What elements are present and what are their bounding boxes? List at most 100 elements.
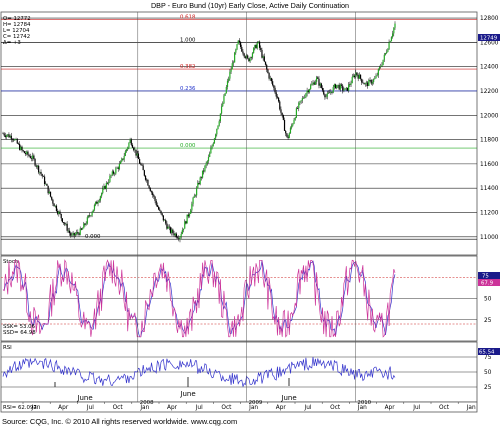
price-bar-body [261, 49, 263, 58]
price-bar-body [383, 54, 385, 60]
price-bar-body [29, 156, 31, 159]
price-bar-body [42, 176, 44, 177]
price-bar-body [115, 168, 117, 174]
price-bar-body [9, 135, 11, 138]
price-bar-body [20, 146, 22, 150]
price-bar-body [4, 135, 6, 137]
price-y-tick-label: 12200 [480, 89, 499, 95]
stoch-y-tick-label: 50 [484, 297, 492, 303]
price-bar-body [158, 206, 160, 210]
price-bar-body [249, 57, 251, 62]
price-bar-body [188, 213, 191, 217]
price-bar-body [99, 196, 102, 201]
price-bar-body [168, 226, 170, 228]
price-bar-body [275, 92, 277, 97]
price-bar-body [192, 197, 194, 204]
price-bar-body [289, 127, 292, 134]
price-bar-body [224, 93, 226, 96]
x-month-label: Apr [167, 405, 178, 411]
price-bar-body [298, 102, 300, 109]
price-bar-body [236, 44, 238, 50]
price-bar-body [381, 64, 383, 67]
price-bar-body [165, 219, 167, 224]
price-bar-body [254, 45, 256, 48]
price-bar-body [350, 83, 352, 85]
price-bar-body [352, 75, 355, 77]
price-bar-body [182, 228, 185, 231]
price-bar-body [280, 109, 282, 113]
price-bar-body [180, 233, 182, 237]
price-bar-body [155, 200, 157, 206]
price-bar-body [150, 191, 153, 193]
price-bar-body [232, 62, 235, 64]
rsi-y-tick-label: 25 [484, 385, 492, 391]
price-bar-body [234, 52, 236, 63]
price-bar-body [34, 159, 36, 166]
price-bar-body [102, 188, 104, 194]
price-bar-body [363, 83, 365, 85]
price-bar-body [173, 233, 175, 236]
price-bar-body [144, 175, 147, 180]
price-bar-body [197, 182, 199, 188]
price-bar-body [318, 78, 320, 86]
price-bar-body [41, 174, 43, 177]
stoch-ssk-last: 67.9 [481, 281, 494, 287]
price-bar-body [181, 230, 183, 234]
price-bar-body [216, 128, 218, 135]
price-bar-body [90, 215, 92, 217]
price-bar-body [17, 143, 20, 145]
price-bar-body [135, 149, 137, 156]
rsi-y-tick-label: 50 [484, 370, 492, 376]
price-bar-body [122, 158, 124, 160]
price-bar-body [203, 170, 205, 172]
price-bar-body [154, 196, 156, 201]
price-bar-body [218, 121, 220, 126]
price-bar-body [108, 181, 110, 184]
price-bar-body [174, 233, 176, 236]
price-bar-body [129, 139, 131, 143]
price-bar-body [74, 234, 77, 236]
price-bar-body [46, 183, 48, 186]
price-bar-body [299, 101, 301, 103]
june-label-1: June [76, 394, 92, 402]
price-bar-body [53, 203, 55, 207]
price-bar-body [267, 69, 269, 74]
price-y-tick-label: 11600 [480, 162, 499, 168]
price-bar-body [167, 226, 169, 229]
price-bar-body [239, 42, 242, 47]
price-bar-body [86, 217, 88, 224]
price-bar-body [279, 101, 281, 110]
price-bar-body [78, 233, 80, 235]
price-bar-body [307, 90, 309, 93]
price-bar-body [340, 84, 343, 86]
price-bar-body [162, 215, 164, 221]
price-bar-body [200, 177, 202, 178]
price-bar-body [207, 157, 210, 162]
price-bar-body [302, 97, 305, 99]
price-bar-body [262, 56, 264, 58]
rsi-label: RSI [3, 345, 12, 351]
price-bar-body [269, 78, 271, 79]
price-bar-body [85, 223, 87, 225]
source-credit: Source: CQG, Inc. © 2010 All rights rese… [2, 417, 237, 426]
price-bar-body [344, 88, 346, 91]
price-bar-body [45, 183, 47, 185]
price-bar-body [312, 82, 314, 84]
price-bar-body [27, 151, 29, 156]
price-bar-body [199, 177, 201, 185]
price-bar-body [339, 84, 341, 90]
price-bar-body [26, 151, 28, 155]
price-bar-body [79, 228, 81, 235]
price-bar-body [253, 47, 255, 54]
price-bar-body [61, 218, 63, 223]
price-bar-body [359, 74, 362, 79]
price-bar-body [14, 139, 16, 141]
price-bar-body [66, 223, 68, 231]
price-bar-body [71, 234, 73, 236]
price-bar-body [377, 68, 379, 76]
price-bar-body [204, 165, 206, 172]
price-bar-body [3, 133, 5, 136]
price-bar-body [19, 143, 21, 150]
price-bar-body [166, 223, 168, 229]
price-bar-body [139, 159, 141, 164]
